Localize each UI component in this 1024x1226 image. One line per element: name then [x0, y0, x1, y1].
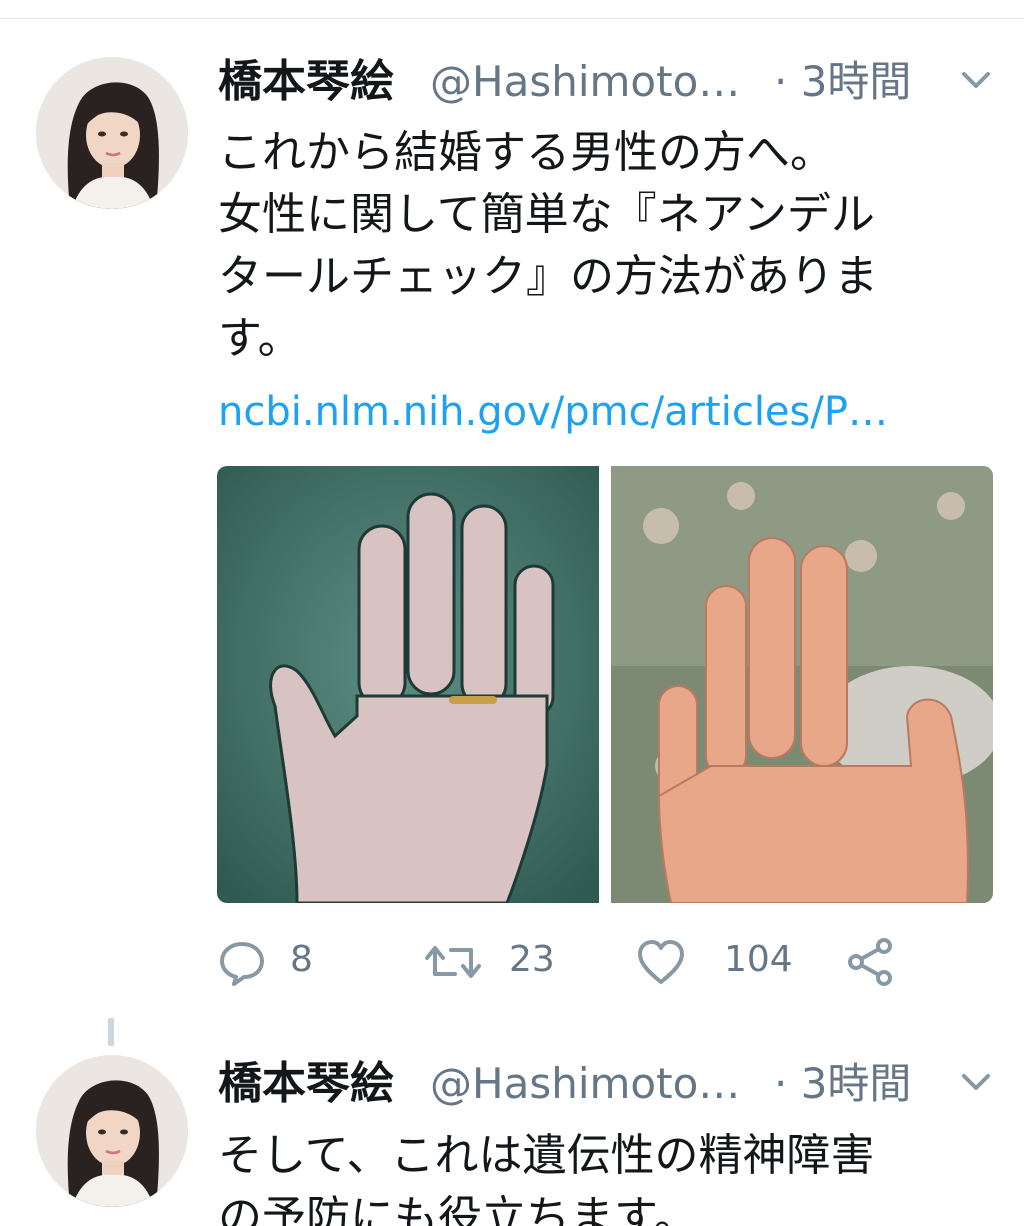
tweet-actions: 8 23 104	[218, 930, 978, 990]
media-image-right[interactable]	[611, 466, 993, 903]
tweet-text: そして、これは遺伝性の精神障害 の予防にも役立ちます。	[218, 1125, 1008, 1226]
tweet-header: 橋本琴絵 @Hashimoto… · 3時間	[218, 52, 1008, 112]
tweet-text-line: の予防にも役立ちます。	[218, 1192, 698, 1226]
reply-count: 8	[290, 939, 313, 980]
retweet-button[interactable]: 23	[423, 930, 563, 990]
tweet-header: 橋本琴絵 @Hashimoto… · 3時間	[218, 1054, 1008, 1114]
like-count: 104	[724, 939, 793, 980]
retweet-icon	[425, 946, 481, 978]
tweet-text-line: これから結婚する男性の方へ。	[218, 127, 834, 178]
chevron-down-icon[interactable]	[956, 1068, 996, 1098]
tweet-text-line: す。	[218, 313, 302, 364]
tweet-text-line: そして、これは遺伝性の精神障害	[218, 1130, 875, 1181]
like-button[interactable]: 104	[636, 930, 796, 990]
share-button[interactable]	[846, 930, 896, 990]
avatar[interactable]	[36, 1055, 188, 1207]
tweet-text: これから結婚する男性の方へ。 女性に関して簡単な『ネアンデル タールチェック』の…	[218, 122, 1008, 370]
display-name[interactable]: 橋本琴絵	[218, 1054, 394, 1114]
tweet-text-line: タールチェック』の方法がありま	[218, 251, 878, 302]
tweet[interactable]: 橋本琴絵 @Hashimoto… · 3時間 これから結婚する男性の方へ。 女性…	[0, 0, 1024, 1010]
user-handle[interactable]: @Hashimoto…	[430, 1054, 750, 1114]
user-handle[interactable]: @Hashimoto…	[430, 52, 750, 112]
tweet-text-line: 女性に関して簡単な『ネアンデル	[218, 189, 875, 240]
display-name[interactable]: 橋本琴絵	[218, 52, 394, 112]
tweet-link[interactable]: ncbi.nlm.nih.gov/pmc/articles/P…	[218, 382, 978, 442]
chevron-down-icon[interactable]	[956, 66, 996, 96]
avatar[interactable]	[36, 57, 188, 209]
reply-button[interactable]: 8	[218, 930, 338, 990]
timestamp[interactable]: · 3時間	[774, 1054, 911, 1114]
retweet-count: 23	[509, 939, 555, 980]
share-icon	[848, 938, 892, 986]
reply-icon	[220, 942, 264, 986]
heart-icon	[638, 940, 684, 984]
tweet[interactable]: 橋本琴絵 @Hashimoto… · 3時間 そして、これは遺伝性の精神障害 の…	[0, 1010, 1024, 1226]
thread-line	[108, 1018, 114, 1046]
media-image-left[interactable]	[217, 466, 599, 903]
timestamp[interactable]: · 3時間	[774, 52, 911, 112]
